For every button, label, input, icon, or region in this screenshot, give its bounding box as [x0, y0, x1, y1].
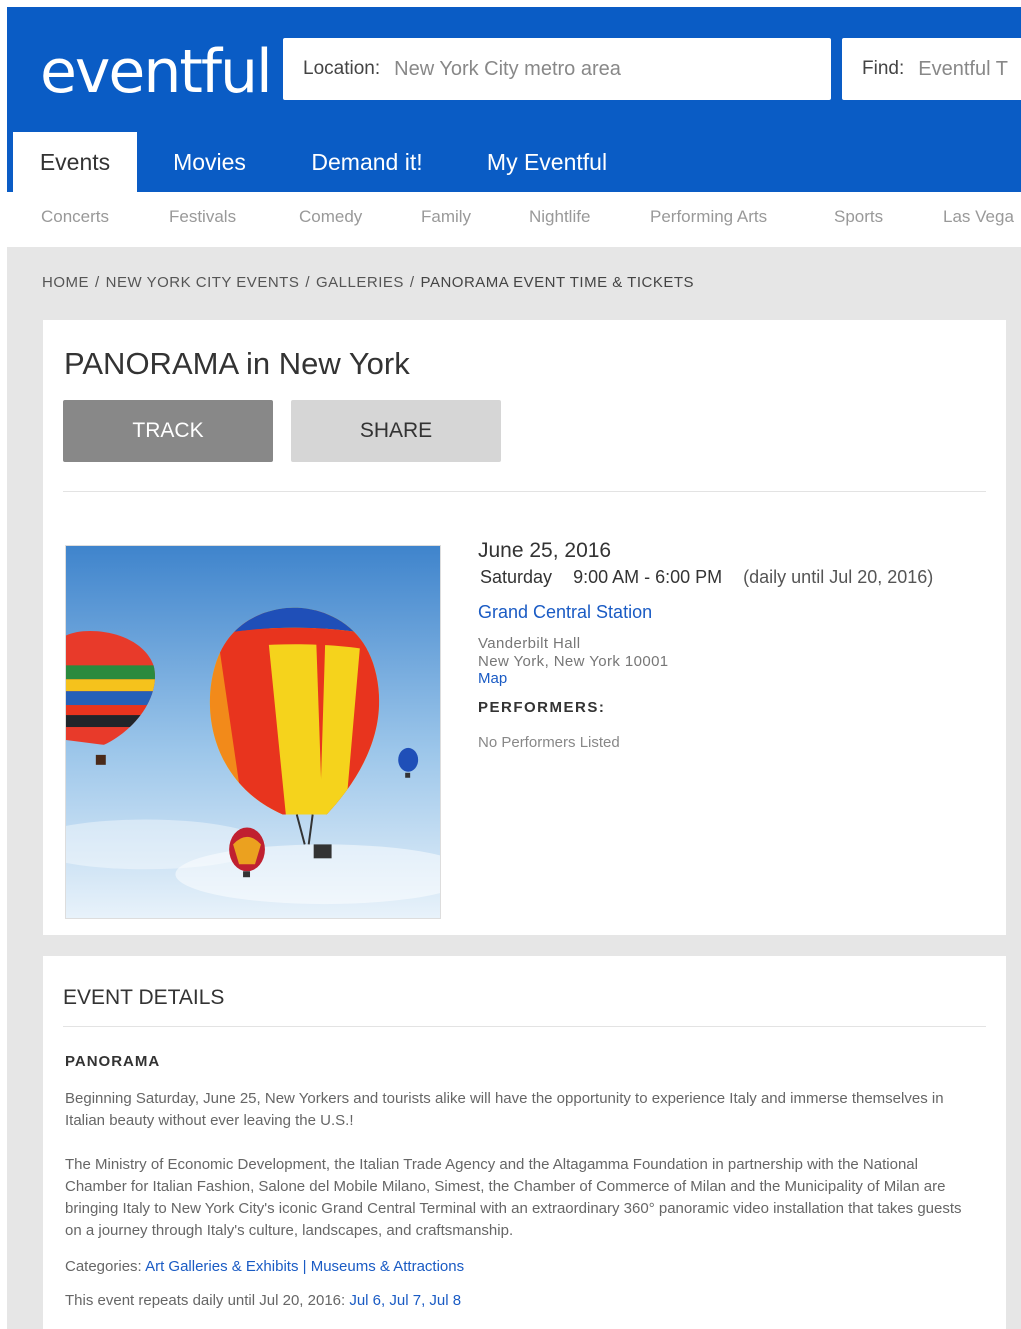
details-paragraph: The Ministry of Economic Development, th…	[65, 1156, 962, 1239]
hot-air-balloons-image	[65, 545, 441, 919]
breadcrumb-separator: /	[95, 274, 100, 291]
subnav-nightlife[interactable]: Nightlife	[529, 192, 590, 242]
page-frame: eventful Location: Find: Events Movies D…	[7, 7, 1021, 1329]
repeat-date-link[interactable]: Jul 8	[429, 1292, 461, 1309]
subnav-festivals[interactable]: Festivals	[169, 192, 236, 242]
share-button[interactable]: SHARE	[291, 400, 501, 462]
event-details-body: PANORAMA Beginning Saturday, June 25, Ne…	[65, 1051, 980, 1312]
sub-nav: Concerts Festivals Comedy Family Nightli…	[7, 192, 1021, 247]
breadcrumb-current: PANORAMA EVENT TIME & TICKETS	[420, 274, 694, 291]
event-title: PANORAMA in New York	[64, 346, 410, 381]
repeat-date-link[interactable]: Jul 6	[349, 1292, 381, 1309]
location-label: Location:	[303, 58, 381, 79]
subnav-performing-arts[interactable]: Performing Arts	[650, 192, 767, 242]
repeat-date-link[interactable]: Jul 7	[389, 1292, 421, 1309]
subnav-sports[interactable]: Sports	[834, 192, 883, 242]
eventful-logo[interactable]: eventful	[40, 37, 273, 107]
breadcrumb: HOME / NEW YORK CITY EVENTS / GALLERIES / PANO…	[42, 274, 694, 291]
site-header: eventful Location: Find:	[7, 7, 1021, 132]
tab-my-eventful[interactable]: My Eventful	[452, 132, 642, 192]
event-info: June 25, 2016 Saturday 9:00 AM - 6:00 PM…	[478, 538, 988, 751]
divider	[63, 1026, 986, 1027]
event-day: Saturday	[480, 567, 553, 587]
categories-label: Categories:	[65, 1258, 142, 1275]
divider	[63, 491, 986, 492]
breadcrumb-home[interactable]: HOME	[42, 274, 89, 291]
event-time: 9:00 AM - 6:00 PM	[573, 567, 723, 587]
breadcrumb-separator: /	[305, 274, 310, 291]
track-button[interactable]: TRACK	[63, 400, 273, 462]
repeats-line: This event repeats daily until Jul 20, 2…	[65, 1290, 980, 1312]
event-details-card: EVENT DETAILS PANORAMA Beginning Saturda…	[43, 956, 1006, 1329]
find-search-box[interactable]: Find:	[842, 38, 1021, 100]
subnav-family[interactable]: Family	[421, 192, 471, 242]
breadcrumb-nyc-events[interactable]: NEW YORK CITY EVENTS	[106, 274, 300, 291]
venue-link[interactable]: Grand Central Station	[478, 602, 988, 623]
event-details-heading: EVENT DETAILS	[63, 986, 225, 1009]
subnav-comedy[interactable]: Comedy	[299, 192, 362, 242]
category-link-museums[interactable]: Museums & Attractions	[311, 1258, 464, 1275]
venue-address-line2: New York, New York 10001	[478, 653, 669, 670]
tab-demand-it[interactable]: Demand it!	[282, 132, 452, 192]
event-date: June 25, 2016	[478, 539, 612, 562]
subnav-las-vegas[interactable]: Las Vega	[943, 192, 1014, 242]
breadcrumb-galleries[interactable]: GALLERIES	[316, 274, 404, 291]
main-nav: Events Movies Demand it! My Eventful	[7, 132, 1021, 192]
repeats-text: This event repeats daily until Jul 20, 2…	[65, 1292, 346, 1309]
breadcrumb-separator: /	[409, 274, 415, 291]
tab-movies[interactable]: Movies	[137, 132, 282, 192]
no-performers-text: No Performers Listed	[478, 734, 620, 751]
details-paragraph: Beginning Saturday, June 25, New Yorkers…	[65, 1090, 944, 1129]
details-event-name: PANORAMA	[65, 1053, 161, 1070]
event-time-line: Saturday 9:00 AM - 6:00 PM (daily until …	[478, 567, 988, 588]
tab-events[interactable]: Events	[13, 132, 137, 192]
find-label: Find:	[862, 58, 905, 79]
categories-line: Categories: Art Galleries & Exhibits | M…	[65, 1256, 980, 1278]
location-search-box[interactable]: Location:	[283, 38, 831, 100]
event-card: PANORAMA in New York TRACK SHARE June 25…	[43, 320, 1006, 935]
map-link[interactable]: Map	[478, 671, 988, 687]
subnav-concerts[interactable]: Concerts	[41, 192, 109, 242]
find-input[interactable]	[918, 57, 1021, 81]
category-link-art-galleries[interactable]: Art Galleries & Exhibits	[145, 1258, 298, 1275]
event-daily-until: (daily until Jul 20, 2016)	[743, 567, 934, 587]
location-input[interactable]	[394, 57, 795, 81]
performers-label: PERFORMERS:	[478, 699, 606, 716]
venue-address-line1: Vanderbilt Hall	[478, 635, 581, 652]
category-separator: |	[302, 1258, 307, 1275]
